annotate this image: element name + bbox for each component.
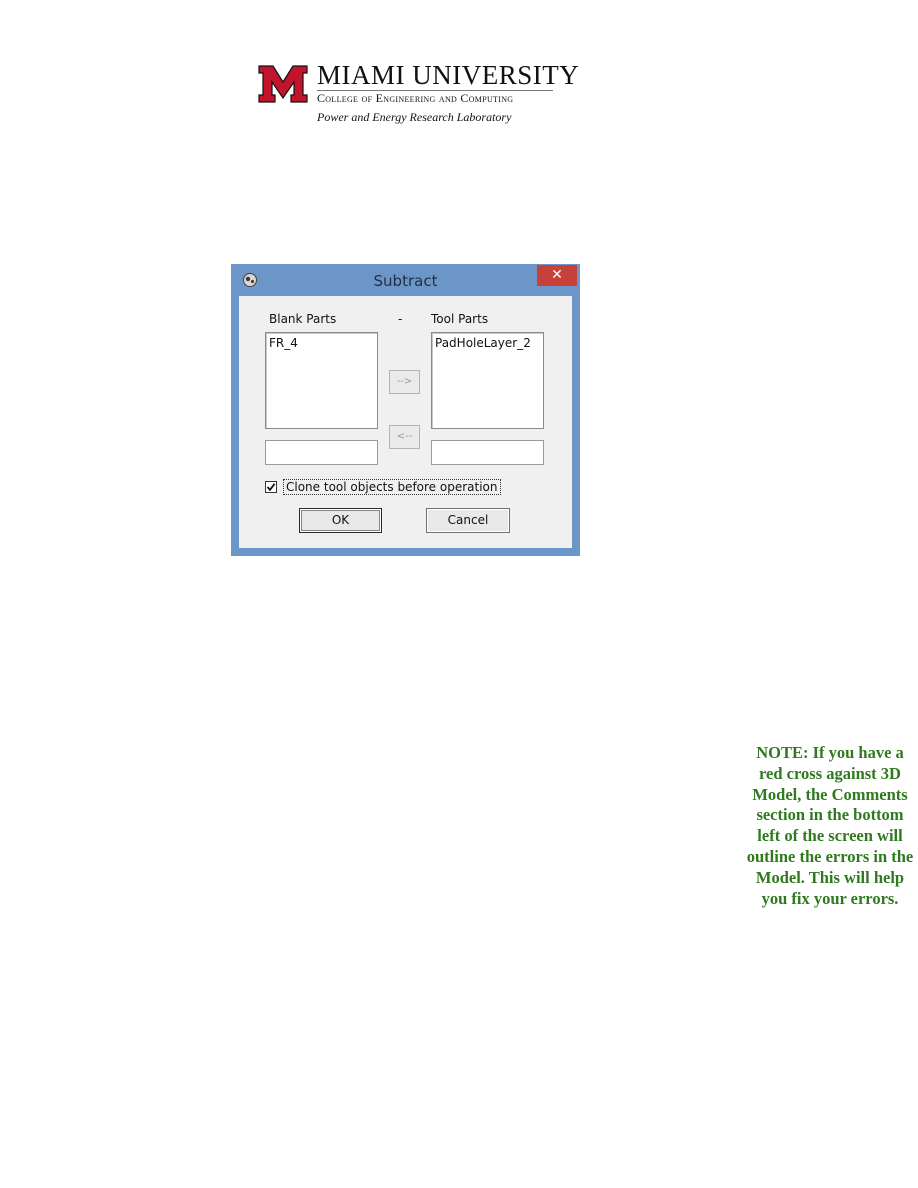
dialog-body: Blank Parts - Tool Parts FR_4 --> <-- Pa… (239, 296, 572, 548)
miami-m-logo-icon (258, 65, 308, 103)
university-logo: MIAMI UNIVERSITY College of Engineering … (258, 60, 579, 130)
college-name: College of Engineering and Computing (317, 91, 514, 105)
move-to-blank-button[interactable]: <-- (389, 425, 420, 449)
tool-parts-label: Tool Parts (431, 312, 489, 326)
subtract-dialog: Subtract ✕ Blank Parts - Tool Parts FR_4… (231, 264, 580, 556)
tool-parts-input[interactable] (431, 440, 544, 465)
cancel-button[interactable]: Cancel (426, 508, 510, 533)
university-name: MIAMI UNIVERSITY (317, 60, 580, 90)
checkmark-icon (266, 483, 276, 492)
ok-button[interactable]: OK (299, 508, 382, 533)
subtract-symbol-label: - (398, 312, 403, 326)
blank-parts-item-fr4[interactable]: FR_4 (269, 336, 298, 350)
tool-parts-list[interactable]: PadHoleLayer_2 (431, 332, 544, 429)
blank-parts-list[interactable]: FR_4 (265, 332, 378, 429)
blank-parts-input[interactable] (265, 440, 378, 465)
move-to-tool-button[interactable]: --> (389, 370, 420, 394)
dialog-titlebar[interactable]: Subtract ✕ (231, 264, 580, 296)
close-icon: ✕ (551, 267, 563, 283)
dialog-title: Subtract (373, 272, 438, 290)
close-button[interactable]: ✕ (537, 265, 577, 286)
clone-tool-checkbox[interactable] (265, 481, 277, 493)
clone-tool-label[interactable]: Clone tool objects before operation (283, 479, 501, 495)
lab-name: Power and Energy Research Laboratory (317, 110, 512, 124)
tool-parts-item-padholelayer2[interactable]: PadHoleLayer_2 (435, 336, 531, 350)
blank-parts-label: Blank Parts (269, 312, 337, 326)
error-note: NOTE: If you have a red cross against 3D… (746, 743, 914, 908)
